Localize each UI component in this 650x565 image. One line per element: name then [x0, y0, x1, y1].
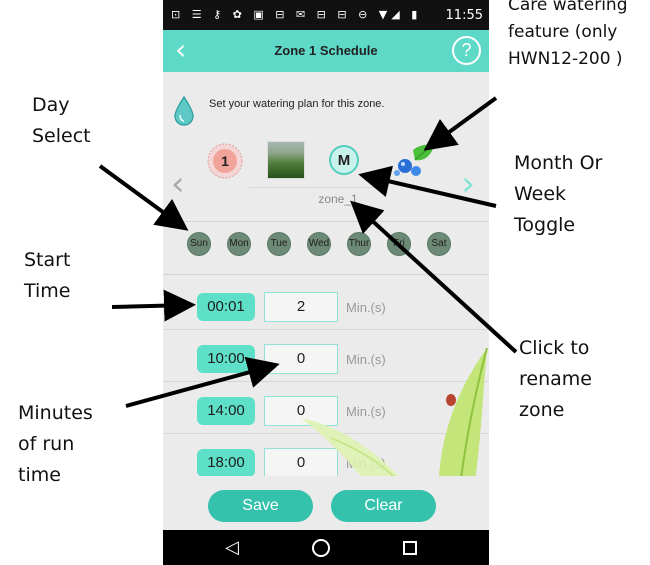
divider [163, 274, 489, 275]
day-select-row: Sun Mon Tue Wed Thur Fri Sat [163, 232, 489, 262]
day-mon[interactable]: Mon [227, 232, 251, 256]
next-zone-arrow[interactable]: › [461, 164, 475, 204]
day-tue[interactable]: Tue [267, 232, 291, 256]
annotation-day-select: Day Select [32, 94, 91, 147]
zone-name-underline [249, 187, 379, 188]
clear-button[interactable]: Clear [331, 490, 436, 522]
zone-photo[interactable] [267, 141, 305, 179]
zone-name[interactable]: zone_1 [263, 192, 413, 206]
annotation-start-time: Start Time [24, 249, 71, 302]
annotation-rename: Click to rename zone [519, 337, 592, 421]
nav-recent-icon[interactable] [403, 541, 417, 555]
nav-home-icon[interactable] [312, 539, 330, 557]
water-drop-icon [174, 96, 194, 126]
status-time: 11:55 [445, 8, 483, 23]
annotation-minutes: Minutes of run time [18, 402, 93, 486]
day-thur[interactable]: Thur [347, 232, 371, 256]
bottom-action-bar: Save Clear [163, 476, 489, 530]
minutes-input[interactable]: 0 [264, 448, 338, 478]
minutes-unit-label: Min.(s) [346, 300, 386, 315]
phone-screen: ⊡ ☰ ⚷ ✿ ▣ ⊟ ✉ ⊟ ⊟ ⊖ ▼◢ ▮ 11:55 ‹ Zone 1 … [163, 0, 489, 565]
zone-row: ‹ 1 M zone_1 › [163, 140, 489, 220]
status-bar: ⊡ ☰ ⚷ ✿ ▣ ⊟ ✉ ⊟ ⊟ ⊖ ▼◢ ▮ 11:55 [163, 0, 489, 30]
divider [163, 221, 489, 222]
status-icons: ⊡ ☰ ⚷ ✿ ▣ ⊟ ✉ ⊟ ⊟ ⊖ ▼◢ ▮ [171, 8, 422, 21]
minutes-unit-label: Min.(s) [346, 352, 386, 367]
care-watering-icon[interactable] [391, 140, 437, 180]
month-week-toggle[interactable]: M [329, 145, 359, 175]
minutes-unit-label: Min.(s) [346, 456, 386, 471]
start-time-button[interactable]: 10:00 [197, 345, 255, 373]
day-select-button[interactable]: 1 [207, 143, 243, 179]
help-button[interactable]: ? [452, 36, 481, 65]
android-nav-bar: ◁ [163, 530, 489, 565]
save-button[interactable]: Save [208, 490, 313, 522]
info-row: Set your watering plan for this zone. [163, 72, 489, 136]
day-sat[interactable]: Sat [427, 232, 451, 256]
schedule-row: 00:01 2 Min.(s) [163, 278, 489, 330]
prev-zone-arrow[interactable]: ‹ [171, 164, 185, 204]
minutes-input[interactable]: 0 [264, 396, 338, 426]
day-wed[interactable]: Wed [307, 232, 331, 256]
minutes-input[interactable]: 2 [264, 292, 338, 322]
nav-back-icon[interactable]: ◁ [225, 537, 239, 558]
annotation-month-week: Month Or Week Toggle [514, 152, 603, 236]
minutes-unit-label: Min.(s) [346, 404, 386, 419]
day-number: 1 [221, 153, 229, 169]
minutes-input[interactable]: 0 [264, 344, 338, 374]
info-text: Set your watering plan for this zone. [209, 98, 385, 110]
title-bar: ‹ Zone 1 Schedule ? [163, 30, 489, 72]
schedule-row: 10:00 0 Min.(s) [163, 330, 489, 382]
start-time-button[interactable]: 18:00 [197, 449, 255, 477]
day-fri[interactable]: Fri [387, 232, 411, 256]
schedule-row: 14:00 0 Min.(s) [163, 382, 489, 434]
start-time-button[interactable]: 14:00 [197, 397, 255, 425]
start-time-button[interactable]: 00:01 [197, 293, 255, 321]
day-sun[interactable]: Sun [187, 232, 211, 256]
page-title: Zone 1 Schedule [274, 43, 378, 58]
annotation-care-feature: Care watering feature (only HWN12-200 ) [508, 0, 628, 69]
